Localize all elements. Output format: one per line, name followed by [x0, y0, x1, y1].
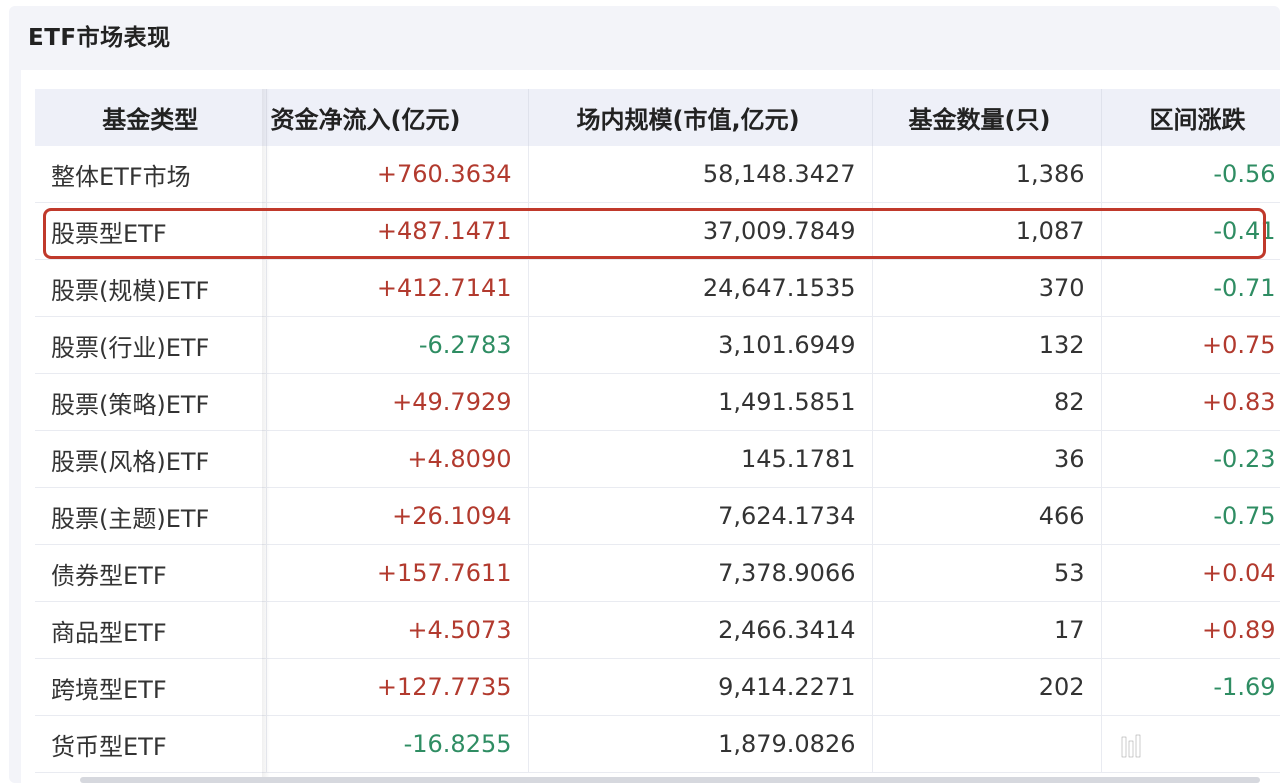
cell-fund-count: [872, 715, 1102, 773]
cell-fund-count: 53: [872, 544, 1102, 602]
table-row[interactable]: 股票(规模)ETF +412.7141 24,647.1535 370 -0.71: [35, 259, 1280, 317]
cell-market-scale: 37,009.7849: [528, 202, 873, 260]
cell-period-change: +0.04: [1101, 544, 1280, 602]
cell-fund-type: 股票(主题)ETF: [35, 487, 267, 545]
cell-net-inflow: +760.3634: [266, 146, 529, 203]
cell-period-change: -1.69: [1101, 658, 1280, 716]
cell-net-inflow: +4.8090: [266, 430, 529, 488]
cell-market-scale: 24,647.1535: [528, 259, 873, 317]
table-row[interactable]: 股票(策略)ETF +49.7929 1,491.5851 82 +0.83: [35, 373, 1280, 431]
etf-table: 基金类型 资金净流入(亿元) 场内规模(市值,亿元) 基金数量(只) 区间涨跌 …: [35, 89, 1280, 773]
panel-title: ETF市场表现: [28, 25, 171, 51]
cell-fund-count: 1,386: [872, 146, 1102, 203]
horizontal-scrollbar[interactable]: [80, 777, 1260, 783]
cell-net-inflow: -6.2783: [266, 316, 529, 374]
cell-period-change: -0.71: [1101, 259, 1280, 317]
cell-market-scale: 7,378.9066: [528, 544, 873, 602]
table-row[interactable]: 股票(行业)ETF -6.2783 3,101.6949 132 +0.75: [35, 316, 1280, 374]
cell-net-inflow: +157.7611: [266, 544, 529, 602]
table-row[interactable]: 整体ETF市场 +760.3634 58,148.3427 1,386 -0.56: [35, 146, 1280, 203]
table-row[interactable]: 债券型ETF +157.7611 7,378.9066 53 +0.04: [35, 544, 1280, 602]
cell-fund-count: 36: [872, 430, 1102, 488]
table-row[interactable]: 跨境型ETF +127.7735 9,414.2271 202 -1.69: [35, 658, 1280, 716]
cell-fund-type: 股票(策略)ETF: [35, 373, 267, 431]
cell-period-change: -0.41: [1101, 202, 1280, 260]
header-period-change[interactable]: 区间涨跌: [1101, 89, 1280, 146]
table-row[interactable]: 股票(主题)ETF +26.1094 7,624.1734 466 -0.75: [35, 487, 1280, 545]
table-header-row: 基金类型 资金净流入(亿元) 场内规模(市值,亿元) 基金数量(只) 区间涨跌: [35, 89, 1280, 146]
cell-period-change: -0.75: [1101, 487, 1280, 545]
cell-period-change: +0.89: [1101, 601, 1280, 659]
cell-period-change: -0.23: [1101, 430, 1280, 488]
cell-fund-count: 17: [872, 601, 1102, 659]
table-row[interactable]: 货币型ETF -16.8255 1,879.0826: [35, 715, 1280, 773]
cell-market-scale: 7,624.1734: [528, 487, 873, 545]
header-market-scale[interactable]: 场内规模(市值,亿元): [528, 89, 873, 146]
table-row[interactable]: 商品型ETF +4.5073 2,466.3414 17 +0.89: [35, 601, 1280, 659]
cell-fund-count: 466: [872, 487, 1102, 545]
cell-fund-count: 202: [872, 658, 1102, 716]
cell-market-scale: 1,879.0826: [528, 715, 873, 773]
header-net-inflow[interactable]: 资金净流入(亿元): [266, 89, 529, 146]
header-fund-count[interactable]: 基金数量(只): [872, 89, 1102, 146]
cell-net-inflow: +4.5073: [266, 601, 529, 659]
cell-fund-type: 整体ETF市场: [35, 146, 267, 203]
cell-fund-type: 债券型ETF: [35, 544, 267, 602]
cell-fund-type: 货币型ETF: [35, 715, 267, 773]
cell-fund-count: 370: [872, 259, 1102, 317]
cell-market-scale: 9,414.2271: [528, 658, 873, 716]
header-fund-type[interactable]: 基金类型: [35, 89, 267, 146]
cell-fund-count: 82: [872, 373, 1102, 431]
cell-market-scale: 2,466.3414: [528, 601, 873, 659]
cell-net-inflow: +49.7929: [266, 373, 529, 431]
cell-market-scale: 58,148.3427: [528, 146, 873, 203]
cell-fund-count: 132: [872, 316, 1102, 374]
cell-net-inflow: +412.7141: [266, 259, 529, 317]
table-row[interactable]: 股票型ETF +487.1471 37,009.7849 1,087 -0.41: [35, 202, 1280, 260]
cell-fund-type: 股票(行业)ETF: [35, 316, 267, 374]
cell-period-change: +0.83: [1101, 373, 1280, 431]
cell-period-change: -0.56: [1101, 146, 1280, 203]
cell-market-scale: 145.1781: [528, 430, 873, 488]
cell-market-scale: 3,101.6949: [528, 316, 873, 374]
cell-net-inflow: +487.1471: [266, 202, 529, 260]
cell-fund-count: 1,087: [872, 202, 1102, 260]
cell-fund-type: 股票(规模)ETF: [35, 259, 267, 317]
cell-fund-type: 跨境型ETF: [35, 658, 267, 716]
cell-fund-type: 商品型ETF: [35, 601, 267, 659]
cell-fund-type: 股票型ETF: [35, 202, 267, 260]
cell-fund-type: 股票(风格)ETF: [35, 430, 267, 488]
watermark: [1120, 728, 1268, 768]
table-row[interactable]: 股票(风格)ETF +4.8090 145.1781 36 -0.23: [35, 430, 1280, 488]
cell-net-inflow: -16.8255: [266, 715, 529, 773]
brand-logo-icon: [1121, 734, 1173, 761]
cell-net-inflow: +127.7735: [266, 658, 529, 716]
cell-net-inflow: +26.1094: [266, 487, 529, 545]
cell-period-change: +0.75: [1101, 316, 1280, 374]
cell-market-scale: 1,491.5851: [528, 373, 873, 431]
